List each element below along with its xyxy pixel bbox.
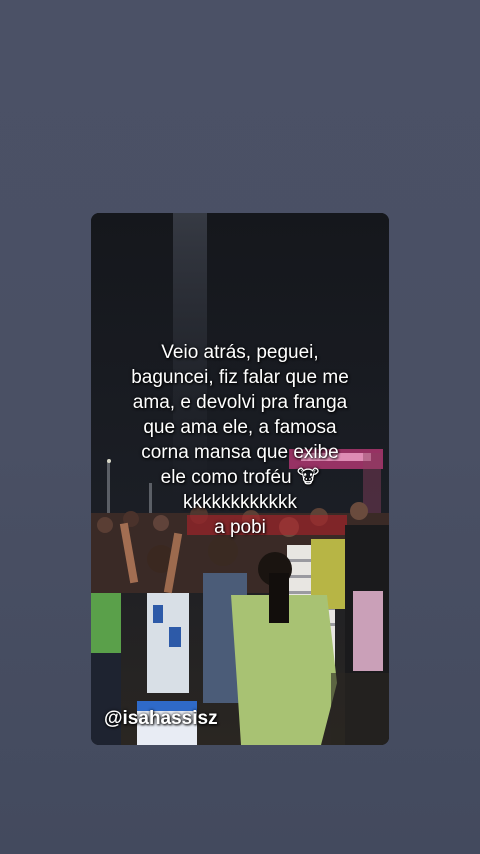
party-crowd-photo bbox=[91, 213, 389, 745]
video-card[interactable] bbox=[91, 213, 389, 745]
username-watermark: @isahassisz bbox=[104, 708, 218, 729]
